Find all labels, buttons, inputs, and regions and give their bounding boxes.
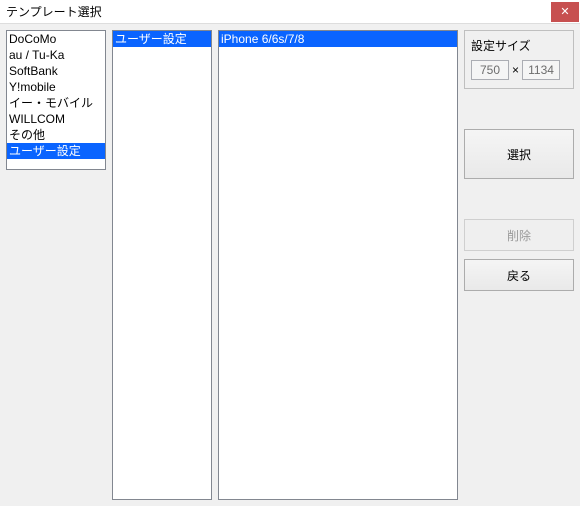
content-area: DoCoMoau / Tu-KaSoftBankY!mobileイー・モバイルW…: [0, 24, 580, 506]
size-group: 設定サイズ ×: [464, 30, 574, 89]
spacer: [464, 187, 574, 211]
size-separator: ×: [512, 63, 519, 77]
list-item[interactable]: iPhone 6/6s/7/8: [219, 31, 457, 47]
close-icon: ✕: [560, 5, 569, 18]
back-button-label: 戻る: [507, 267, 531, 284]
select-button[interactable]: 選択: [464, 129, 574, 179]
delete-button-label: 削除: [507, 227, 531, 244]
categories-listbox[interactable]: DoCoMoau / Tu-KaSoftBankY!mobileイー・モバイルW…: [6, 30, 106, 170]
side-panel: 設定サイズ × 選択 削除 戻る: [464, 30, 574, 500]
list-item[interactable]: WILLCOM: [7, 111, 105, 127]
select-button-label: 選択: [507, 146, 531, 163]
list-item[interactable]: Y!mobile: [7, 79, 105, 95]
list-item[interactable]: ユーザー設定: [113, 31, 211, 47]
list-item[interactable]: ユーザー設定: [7, 143, 105, 159]
size-group-title: 設定サイズ: [471, 37, 567, 54]
titlebar: テンプレート選択 ✕: [0, 0, 580, 24]
templates-listbox[interactable]: iPhone 6/6s/7/8: [218, 30, 458, 500]
window-title: テンプレート選択: [6, 0, 102, 24]
list-item[interactable]: DoCoMo: [7, 31, 105, 47]
list-item[interactable]: イー・モバイル: [7, 95, 105, 111]
back-button[interactable]: 戻る: [464, 259, 574, 291]
width-input[interactable]: [471, 60, 509, 80]
close-button[interactable]: ✕: [551, 2, 579, 22]
height-input[interactable]: [522, 60, 560, 80]
subcategories-listbox[interactable]: ユーザー設定: [112, 30, 212, 500]
size-row: ×: [471, 60, 567, 80]
spacer: [464, 97, 574, 121]
list-item[interactable]: au / Tu-Ka: [7, 47, 105, 63]
list-item[interactable]: SoftBank: [7, 63, 105, 79]
list-item[interactable]: その他: [7, 127, 105, 143]
delete-button[interactable]: 削除: [464, 219, 574, 251]
